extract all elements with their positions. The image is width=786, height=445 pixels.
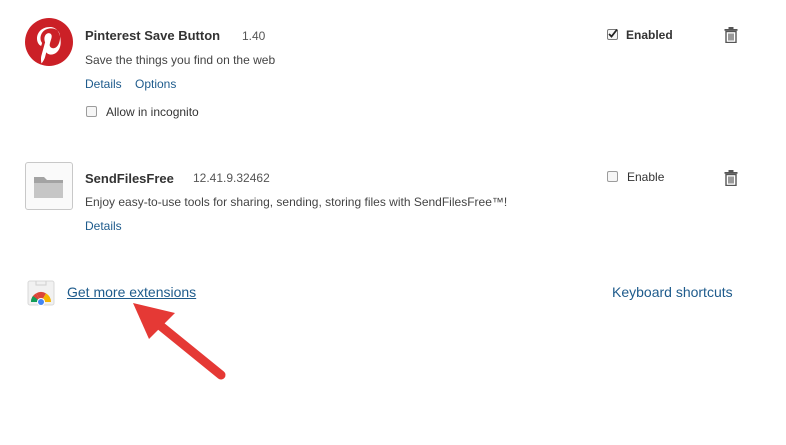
details-link[interactable]: Details (85, 219, 122, 233)
extension-item-pinterest: Pinterest Save Button 1.40 Save the thin… (0, 0, 786, 140)
options-link[interactable]: Options (135, 77, 176, 91)
details-link[interactable]: Details (85, 77, 122, 91)
checkmark-icon (608, 28, 618, 38)
annotation-arrow (125, 295, 235, 390)
chrome-web-store-icon[interactable] (27, 280, 55, 306)
folder-icon (25, 162, 73, 210)
extension-name: SendFilesFree (85, 171, 174, 186)
extension-version: 12.41.9.32462 (193, 171, 270, 185)
extension-name: Pinterest Save Button (85, 28, 221, 43)
extension-description: Save the things you find on the web (85, 53, 276, 67)
enable-checkbox[interactable] (607, 171, 618, 182)
enabled-checkbox[interactable] (607, 28, 618, 40)
extension-item-sendfilesfree: SendFilesFree 12.41.9.32462 Enjoy easy-t… (0, 150, 786, 250)
pinterest-logo-icon (25, 18, 73, 66)
extension-description: Enjoy easy-to-use tools for sharing, sen… (85, 195, 508, 209)
extension-version: 1.40 (242, 29, 266, 43)
allow-incognito-label: Allow in incognito (106, 105, 199, 119)
trash-icon[interactable] (724, 170, 738, 187)
allow-incognito-checkbox[interactable] (86, 106, 97, 117)
enable-label: Enable (627, 170, 665, 184)
trash-icon[interactable] (724, 27, 738, 44)
keyboard-shortcuts-link[interactable]: Keyboard shortcuts (612, 284, 733, 300)
enabled-label: Enabled (626, 28, 673, 42)
